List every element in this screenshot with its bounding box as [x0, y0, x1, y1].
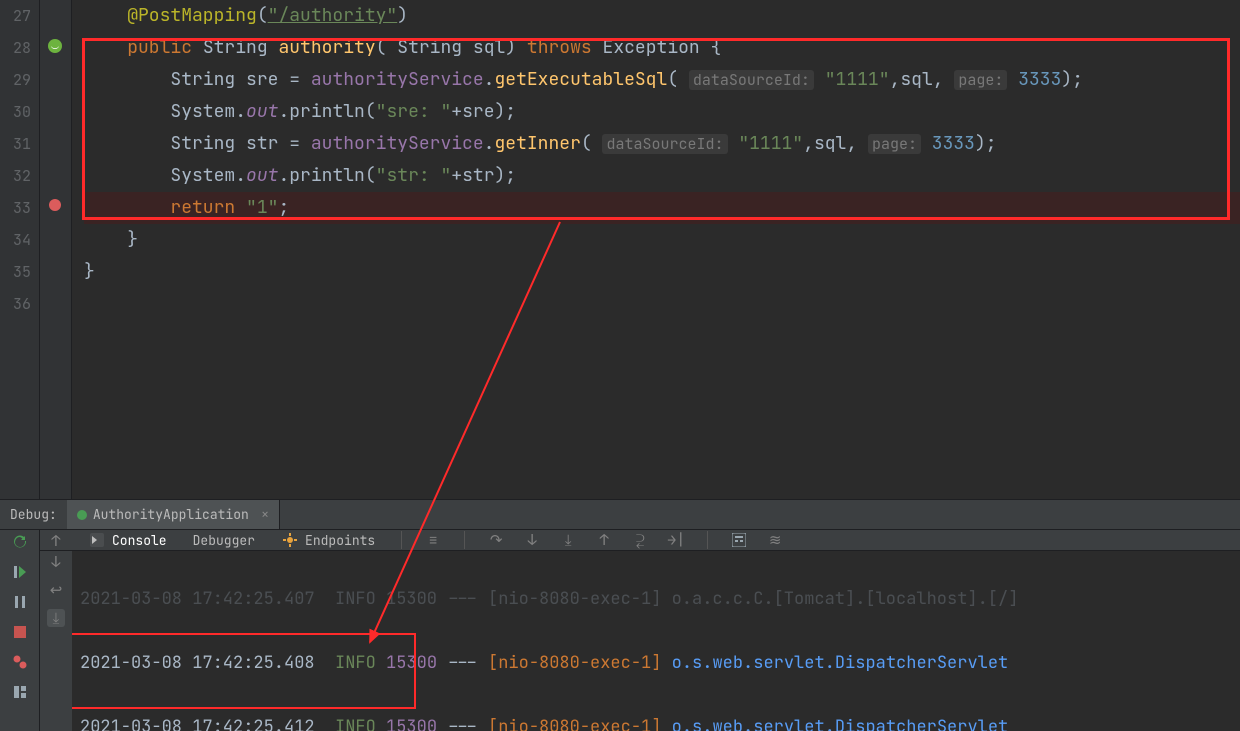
scroll-to-end-icon[interactable]: ⤓: [47, 609, 65, 627]
drop-frame-icon[interactable]: ⥻: [631, 531, 649, 549]
console-side-rail: ↑: [40, 530, 72, 550]
run-config-tab[interactable]: AuthorityApplication ×: [67, 500, 280, 529]
annotation: @PostMapping: [127, 4, 257, 27]
line-number: 27: [0, 0, 39, 32]
debug-tabbar: Debug: AuthorityApplication ×: [0, 500, 1240, 530]
debug-tool-window: Debug: AuthorityApplication ×: [0, 499, 1240, 731]
force-step-into-icon[interactable]: ⤓: [559, 531, 577, 549]
run-config-name: AuthorityApplication: [93, 506, 249, 523]
view-breakpoints-icon[interactable]: [10, 652, 30, 672]
code-editor[interactable]: 27 28 29 30 31 32 33 34 35 36 @PostMappi…: [0, 0, 1240, 499]
console-body: ↓ ↩ ⤓ 2021-03-08 17:42:25.407 INFO 15300…: [40, 551, 1240, 731]
running-indicator-icon: [77, 510, 87, 520]
debug-view-tabs: Console Debugger Endpoints ≡ ↷: [72, 530, 784, 550]
line-number: 32: [0, 160, 39, 192]
param-hint: page:: [868, 134, 921, 154]
mapping-path: "/authority": [268, 4, 398, 27]
endpoints-icon: [281, 531, 299, 549]
trace-current-stream-icon[interactable]: ≋: [766, 531, 784, 549]
line-number: 31: [0, 128, 39, 160]
tab-console[interactable]: Console: [84, 530, 171, 550]
tab-debugger[interactable]: Debugger: [189, 530, 259, 550]
step-out-icon[interactable]: ↑: [595, 531, 613, 549]
run-to-cursor-icon[interactable]: →|: [667, 531, 685, 549]
log-line: 2021-03-08 17:42:25.408 INFO 15300 --- […: [80, 647, 1240, 679]
debug-toolbar: ↑ Console Debugger: [40, 530, 1240, 551]
step-over-icon[interactable]: ↷: [487, 531, 505, 549]
gutter-icons: [40, 0, 72, 499]
spring-bean-icon[interactable]: [46, 38, 64, 56]
tab-endpoints[interactable]: Endpoints: [277, 530, 379, 550]
line-number-gutter: 27 28 29 30 31 32 33 34 35 36: [0, 0, 40, 499]
line-number: 35: [0, 256, 39, 288]
breakpoint-icon[interactable]: [46, 198, 64, 216]
layout-settings-icon[interactable]: [10, 682, 30, 702]
param-hint: dataSourceId:: [689, 70, 814, 90]
show-frames-icon[interactable]: ≡: [424, 531, 442, 549]
console-output[interactable]: 2021-03-08 17:42:25.407 INFO 15300 --- […: [72, 551, 1240, 731]
down-stack-icon[interactable]: ↓: [47, 553, 65, 571]
evaluate-expression-icon[interactable]: [730, 531, 748, 549]
step-into-icon[interactable]: ↓: [523, 531, 541, 549]
debug-left-rail: [0, 530, 40, 731]
log-line-truncated: 2021-03-08 17:42:25.407 INFO 15300 --- […: [80, 583, 1240, 615]
line-number: 36: [0, 288, 39, 320]
line-number: 28: [0, 32, 39, 64]
log-line: 2021-03-08 17:42:25.412 INFO 15300 --- […: [80, 711, 1240, 731]
param-hint: dataSourceId:: [602, 134, 727, 154]
console-controls-rail: ↓ ↩ ⤓: [40, 551, 72, 731]
line-number: 29: [0, 64, 39, 96]
line-number: 34: [0, 224, 39, 256]
ide-root: 27 28 29 30 31 32 33 34 35 36 @PostMappi…: [0, 0, 1240, 731]
debug-label: Debug:: [0, 506, 67, 523]
console-icon: [88, 531, 106, 549]
line-number: 30: [0, 96, 39, 128]
rerun-icon[interactable]: [10, 532, 30, 552]
line-number: 33: [0, 192, 39, 224]
resume-icon[interactable]: [10, 562, 30, 582]
up-stack-icon[interactable]: ↑: [47, 532, 65, 550]
code-area[interactable]: @PostMapping("/authority") public String…: [72, 0, 1240, 499]
soft-wrap-icon[interactable]: ↩: [47, 581, 65, 599]
close-icon[interactable]: ×: [261, 506, 269, 524]
param-hint: page:: [954, 70, 1007, 90]
stop-icon[interactable]: [10, 622, 30, 642]
pause-icon[interactable]: [10, 592, 30, 612]
